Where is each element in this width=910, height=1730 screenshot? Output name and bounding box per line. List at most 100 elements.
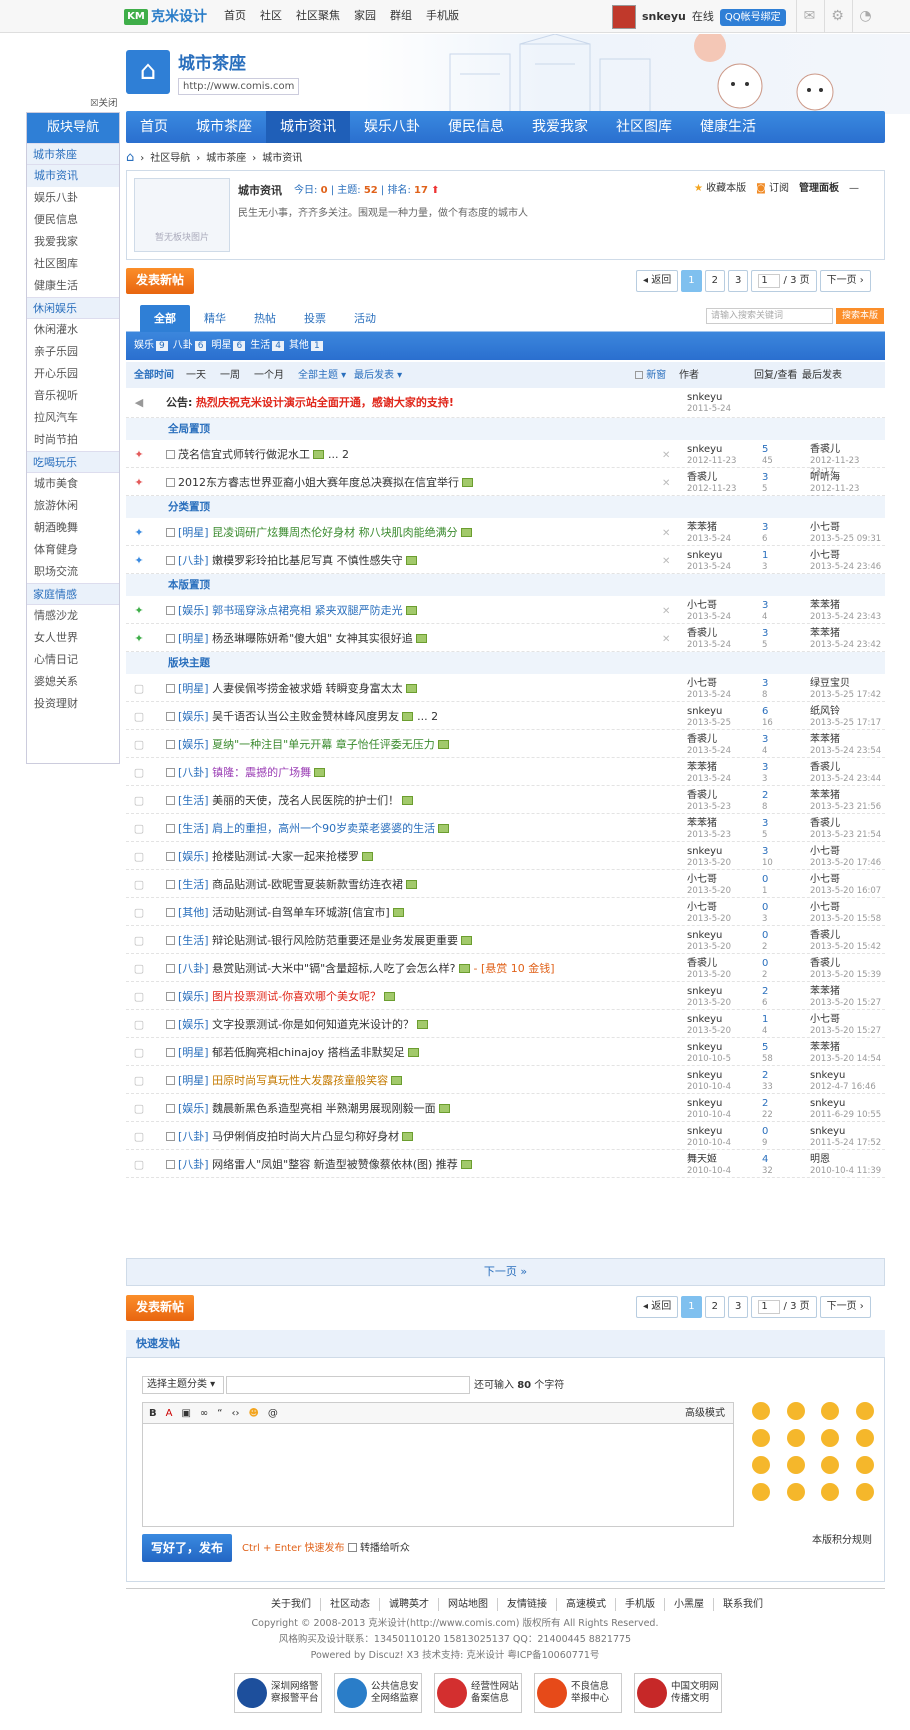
smiley-icon[interactable] [855,1429,874,1447]
thread-category[interactable]: [八卦] [178,962,209,975]
close-icon[interactable]: ✕ [662,527,670,540]
reply-count[interactable]: 6 [762,706,768,717]
thread-author[interactable]: 香裘儿 [687,958,717,969]
footer-badge[interactable]: 经营性网站 备案信息 [434,1673,522,1713]
home-icon[interactable]: ⌂ [126,150,134,167]
thread-checkbox[interactable] [166,908,175,917]
reply-count[interactable]: 3 [762,628,768,639]
thread-title[interactable]: 茂名信宜式师转行做泥水工 [178,448,310,461]
thread-row[interactable]: ▢ [娱乐] 抢楼贴测试-大家一起来抢楼罗 snkeyu 2013-5-20 3 10 小七… [126,842,885,870]
smiley-icon[interactable] [786,1483,805,1501]
footer-badge[interactable]: 公共信息安 全网络监察 [334,1673,422,1713]
close-icon[interactable]: ✕ [662,555,670,568]
thread-checkbox[interactable] [166,824,175,833]
page-1[interactable]: 1 [681,1296,702,1318]
thread-row[interactable]: ▢ [娱乐] 图片投票测试-你喜欢哪个美女呢？ snkeyu 2013-5-20 2 6 苯… [126,982,885,1010]
thread-row[interactable]: ✦ 2012东方睿志世界亚裔小姐大赛年度总决赛拟在信宜举行 ✕ 香裘儿 2012-11-… [126,468,885,505]
manage-panel-link[interactable]: 管理面板 [799,182,839,195]
thread-title[interactable]: 杨丞琳曝陈妍希"傻大姐" 女神其实很好追 [212,632,413,645]
reply-count[interactable]: 3 [762,846,768,857]
sidebar-item[interactable]: 女人世界 [27,627,119,649]
thread-category[interactable]: [八卦] [178,1158,209,1171]
announce-text[interactable]: 热烈庆祝克米设计演示站全面开通，感谢大家的支持! [196,396,454,409]
thread-title[interactable]: 郁若低胸亮相chinajoy 搭档孟非默契足 [212,1046,405,1059]
thread-checkbox[interactable] [166,684,175,693]
thread-category[interactable]: [生活] [178,878,209,891]
thread-title[interactable]: 悬赏贴测试-大米中"镉"含量超标,人吃了会怎么样? [212,962,455,975]
sidebar-item[interactable]: 城市资讯 [27,165,119,187]
image-icon[interactable]: ▣ [181,1407,190,1420]
footer-link[interactable]: 联系我们 [714,1598,772,1611]
thread-checkbox[interactable] [166,634,175,643]
credit-rules-link[interactable]: 本版积分规则 [812,1534,872,1547]
thread-row[interactable]: ▢ [生活] 美丽的天使，茂名人民医院的护士们！ 香裘儿 2013-5-23 2 8 苯苯猪… [126,786,885,814]
footer-link[interactable]: 高速模式 [557,1598,616,1611]
bold-icon[interactable]: B [149,1407,157,1420]
tab-item[interactable]: 全部 [140,305,190,332]
thread-checkbox[interactable] [166,740,175,749]
thread-author[interactable]: 小七哥 [687,600,717,611]
page-input[interactable]: 1 [758,274,781,288]
page-input[interactable]: 1 [758,1300,781,1314]
thread-title[interactable]: 昆凌调研广炫舞周杰伦好身材 称八块肌肉能绝满分 [212,526,458,539]
last-poster[interactable]: snkeyu [810,1126,845,1137]
last-poster[interactable]: 香裘儿 [810,444,840,455]
smiley-icon[interactable] [786,1429,805,1447]
reply-count[interactable]: 3 [762,472,768,483]
main-nav-item[interactable]: 首页 [126,111,182,143]
search-button[interactable]: 搜索本版 [836,308,884,324]
tab-item[interactable]: 精华 [190,305,240,332]
thread-row[interactable]: ▢ [娱乐] 吴千语否认当公主败金赞林峰风度男友... 2 snkeyu 2013-5… [126,702,885,730]
smiley-icon[interactable] [855,1402,874,1420]
collapse-icon[interactable]: — [849,182,859,195]
smiley-icon[interactable] [786,1402,805,1420]
last-poster[interactable]: 小七哥 [810,1014,840,1025]
thread-author[interactable]: snkeyu [687,1014,722,1025]
thread-title[interactable]: 郭书瑶穿泳点裙亮相 紧夹双腿严防走光 [212,604,403,617]
filter-all-types[interactable]: 全部主题 ▾ [298,369,346,382]
footer-badge[interactable]: 深圳网络警 察报警平台 [234,1673,322,1713]
smiley-icon[interactable] [855,1483,874,1501]
subscribe-link[interactable]: 订阅 [769,183,789,194]
smiley-icon[interactable] [786,1456,805,1474]
sidebar-item[interactable]: 休闲灌水 [27,319,119,341]
main-nav-item[interactable]: 健康生活 [686,111,770,143]
last-poster[interactable]: 苯苯猪 [810,986,840,997]
thread-checkbox[interactable] [166,528,175,537]
thread-checkbox[interactable] [166,852,175,861]
sidebar-group[interactable]: 家庭情感 [27,583,119,605]
submit-post-button[interactable]: 写好了，发布 [142,1534,232,1562]
type-filter-item[interactable]: 其他 1 [289,339,323,353]
thread-checkbox[interactable] [166,1104,175,1113]
thread-checkbox[interactable] [166,1048,175,1057]
last-poster[interactable]: 小七哥 [810,846,840,857]
last-poster[interactable]: snkeyu [810,1098,845,1109]
thread-row[interactable]: ▢ [明星] 郁若低胸亮相chinajoy 搭档孟非默契足 snkeyu 2010-1… [126,1038,885,1066]
search-input[interactable]: 请输入搜索关键词 [706,308,833,324]
sidebar-item[interactable]: 便民信息 [27,209,119,231]
thread-category[interactable]: [娱乐] [178,850,209,863]
sidebar-item[interactable]: 婆媳关系 [27,671,119,693]
thread-title[interactable]: 抢楼贴测试-大家一起来抢楼罗 [212,850,359,863]
thread-row[interactable]: ▢ [明星] 田原时尚写真玩性大发露孩童般笑容 snkeyu 2010-10-4 2 33… [126,1066,885,1094]
smiley-icon[interactable] [855,1456,874,1474]
subject-input[interactable] [226,1376,470,1394]
thread-title[interactable]: 商品贴测试-欧昵雪夏装新款雪纺连衣裙 [212,878,403,891]
filter-all-time[interactable]: 全部时间 [134,369,174,382]
thread-author[interactable]: snkeyu [687,986,722,997]
type-filter-item[interactable]: 明星 6 [211,339,246,353]
thread-row[interactable]: ▢ [八卦] 网络雷人"凤姐"整容 新造型被赞像蔡依林(图) 推荐 舞天姬 2010-… [126,1150,885,1178]
reply-count[interactable]: 2 [762,1098,768,1109]
thread-author[interactable]: 舞天姬 [687,1154,717,1165]
last-poster[interactable]: 小七哥 [810,550,840,561]
thread-title[interactable]: 图片投票测试-你喜欢哪个美女呢？ [212,990,381,1003]
sidebar-item[interactable]: 心情日记 [27,649,119,671]
reply-count[interactable]: 1 [762,550,768,561]
sidebar-item[interactable]: 城市美食 [27,473,119,495]
thread-category[interactable]: [娱乐] [178,1018,209,1031]
font-color-icon[interactable]: A [166,1407,173,1420]
thread-row[interactable]: ▢ [其他] 活动贴测试-自驾单车环城游[信宜市] 小七哥 2013-5-20 0 3 小七… [126,898,885,926]
back-button[interactable]: ◂ 返回 [636,1296,679,1318]
last-poster[interactable]: 香裘儿 [810,762,840,773]
filter-day[interactable]: 一天 [186,369,206,382]
